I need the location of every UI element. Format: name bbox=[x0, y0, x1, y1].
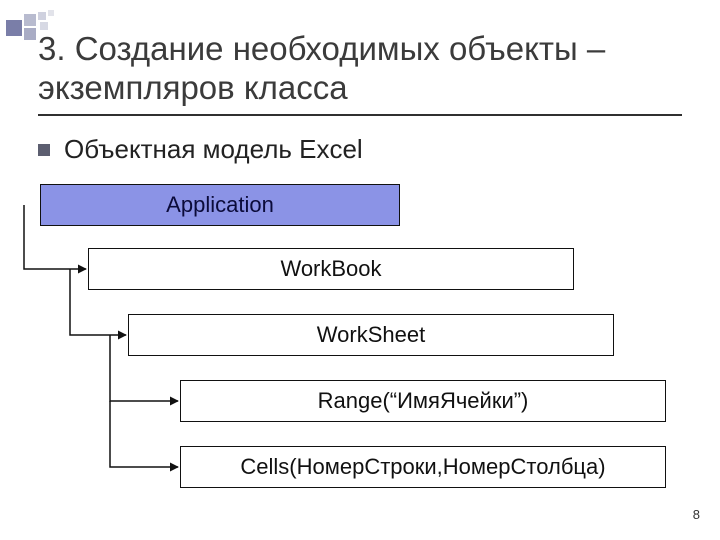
page-number: 8 bbox=[693, 507, 700, 522]
bullet-text: Объектная модель Excel bbox=[64, 134, 363, 165]
title-underline bbox=[38, 114, 682, 116]
box-range: Range(“ИмяЯчейки”) bbox=[180, 380, 666, 422]
box-range-label: Range(“ИмяЯчейки”) bbox=[318, 388, 529, 414]
bullet-item: Объектная модель Excel bbox=[38, 134, 363, 165]
box-worksheet-label: WorkSheet bbox=[317, 322, 425, 348]
box-application: Application bbox=[40, 184, 400, 226]
box-workbook-label: WorkBook bbox=[280, 256, 381, 282]
box-workbook: WorkBook bbox=[88, 248, 574, 290]
slide-title: 3. Создание необходимых объекты – экземп… bbox=[38, 30, 690, 108]
slide: 3. Создание необходимых объекты – экземп… bbox=[0, 0, 720, 540]
box-application-label: Application bbox=[166, 192, 274, 218]
box-worksheet: WorkSheet bbox=[128, 314, 614, 356]
box-cells-label: Cells(НомерСтроки,НомерСтолбца) bbox=[240, 454, 605, 480]
bullet-square-icon bbox=[38, 144, 50, 156]
box-cells: Cells(НомерСтроки,НомерСтолбца) bbox=[180, 446, 666, 488]
